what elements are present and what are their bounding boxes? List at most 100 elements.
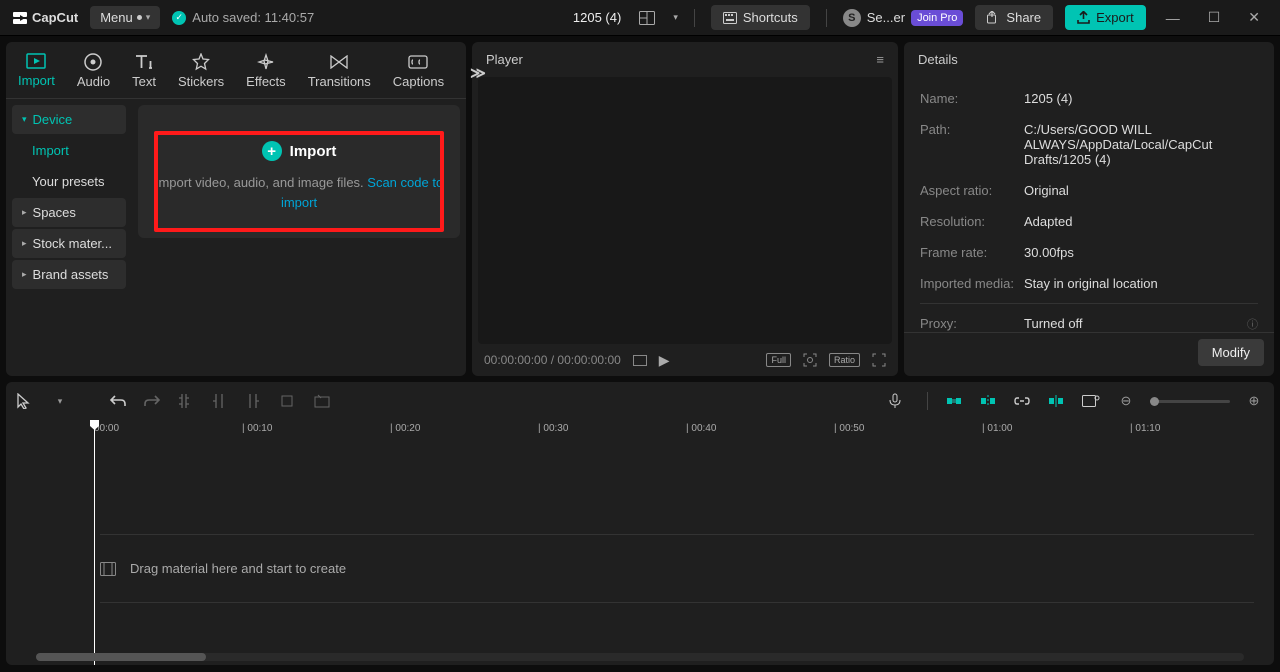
effects-tab-icon — [256, 53, 276, 71]
tab-import[interactable]: Import — [16, 48, 57, 98]
import-title: Import — [290, 143, 337, 160]
maximize-button[interactable]: ☐ — [1200, 9, 1229, 26]
playhead[interactable] — [94, 420, 95, 665]
undo-icon[interactable] — [110, 394, 130, 408]
audio-tab-icon — [83, 53, 103, 71]
timeline-scrollbar[interactable] — [36, 653, 1244, 661]
filter-spaces[interactable]: Spaces — [12, 198, 126, 227]
mic-icon[interactable] — [889, 393, 909, 409]
divider — [920, 303, 1258, 304]
close-button[interactable]: ✕ — [1240, 9, 1268, 26]
label: Imported media: — [920, 276, 1024, 291]
layout-chevron-icon[interactable]: ▾ — [673, 12, 678, 23]
timeline[interactable]: 00:00 | 00:10 | 00:20 | 00:30 | 00:40 | … — [6, 420, 1274, 665]
value: 1205 (4) — [1024, 91, 1258, 106]
share-label: Share — [1006, 10, 1041, 25]
export-icon — [1077, 11, 1090, 24]
tab-label: Captions — [393, 74, 444, 89]
link-icon[interactable] — [1014, 396, 1034, 406]
player-time: 00:00:00:00 / 00:00:00:00 — [484, 353, 621, 367]
resolution-icon[interactable] — [633, 355, 647, 366]
tab-transitions[interactable]: Transitions — [306, 49, 373, 97]
modify-button[interactable]: Modify — [1198, 339, 1264, 366]
ruler-mark: 00:50 — [839, 423, 864, 434]
media-tabstrip: Import Audio Text Stickers Effects Trans… — [6, 42, 466, 99]
label: Aspect ratio: — [920, 183, 1024, 198]
player-viewport[interactable] — [478, 77, 892, 344]
main-area: Import Audio Text Stickers Effects Trans… — [0, 36, 1280, 376]
tab-label: Text — [132, 74, 156, 89]
details-header: Details — [904, 42, 1274, 77]
player-panel: Player ≡ 00:00:00:00 / 00:00:00:00 ▶ Ful… — [472, 42, 898, 376]
timeline-ruler[interactable]: 00:00 | 00:10 | 00:20 | 00:30 | 00:40 | … — [6, 420, 1274, 444]
shortcuts-button[interactable]: Shortcuts — [711, 5, 810, 30]
media-icon — [100, 562, 116, 576]
trim-left-icon[interactable] — [212, 393, 232, 409]
timeline-dropzone[interactable]: Drag material here and start to create — [100, 534, 1254, 603]
ruler-mark: 01:10 — [1135, 423, 1160, 434]
expand-icon[interactable] — [872, 353, 886, 367]
full-button[interactable]: Full — [766, 353, 791, 367]
layout-icon[interactable] — [633, 11, 661, 25]
tab-captions[interactable]: Captions — [391, 49, 446, 97]
import-sub1: Import video, audio, and image files. — [155, 175, 367, 190]
user-account[interactable]: S Se...er Join Pro — [843, 9, 964, 27]
share-button[interactable]: Share — [975, 5, 1053, 30]
filter-brand[interactable]: Brand assets — [12, 260, 126, 289]
zoom-slider[interactable] — [1150, 400, 1230, 403]
cursor-chevron-icon[interactable]: ▾ — [50, 396, 70, 407]
preview-icon[interactable] — [1082, 395, 1102, 407]
tab-effects[interactable]: Effects — [244, 49, 288, 97]
filter-label: Spaces — [33, 205, 76, 220]
label: Frame rate: — [920, 245, 1024, 260]
player-controls: 00:00:00:00 / 00:00:00:00 ▶ Full Ratio — [472, 344, 898, 376]
details-body: Name:1205 (4) Path:C:/Users/GOOD WILL AL… — [904, 77, 1274, 332]
user-short: Se...er — [867, 10, 905, 25]
tab-text[interactable]: Text — [130, 49, 158, 97]
ruler-mark: 00:20 — [395, 423, 420, 434]
ruler-mark: 01:00 — [987, 423, 1012, 434]
import-subtitle: Import video, audio, and image files. Sc… — [154, 173, 444, 212]
detail-row-imported: Imported media:Stay in original location — [920, 268, 1258, 299]
captions-tab-icon — [408, 53, 428, 71]
app-name: CapCut — [32, 10, 78, 25]
align-icon[interactable] — [1048, 394, 1068, 408]
tabs-more-icon[interactable]: ≫ — [464, 64, 492, 82]
crop-icon[interactable] — [280, 394, 300, 408]
join-pro-badge[interactable]: Join Pro — [911, 10, 963, 26]
zoom-out-icon[interactable]: ⊖ — [1116, 393, 1136, 409]
detail-row-aspect: Aspect ratio:Original — [920, 175, 1258, 206]
redo-icon[interactable] — [144, 394, 164, 408]
minimize-button[interactable]: — — [1158, 10, 1188, 26]
tab-audio[interactable]: Audio — [75, 49, 112, 97]
zoom-in-icon[interactable]: ⊕ — [1244, 393, 1264, 409]
tab-stickers[interactable]: Stickers — [176, 49, 226, 97]
dropzone-text: Drag material here and start to create — [130, 561, 346, 576]
play-button[interactable]: ▶ — [659, 352, 670, 369]
filter-device[interactable]: Device — [12, 105, 126, 134]
filter-label: Stock mater... — [33, 236, 112, 251]
filter-import[interactable]: Import — [12, 136, 126, 165]
timeline-toolbar: ▾ ⊖ ⊕ — [6, 382, 1274, 420]
tab-label: Import — [18, 73, 55, 88]
filter-stock[interactable]: Stock mater... — [12, 229, 126, 258]
ratio-button[interactable]: Ratio — [829, 353, 860, 367]
filter-label: Import — [32, 143, 69, 158]
filter-label: Device — [33, 112, 73, 127]
import-card[interactable]: + Import Import video, audio, and image … — [138, 105, 460, 238]
delete-icon[interactable] — [314, 394, 334, 408]
trim-right-icon[interactable] — [246, 393, 266, 409]
magnet-icon[interactable] — [946, 395, 966, 407]
split-icon[interactable] — [178, 393, 198, 409]
tab-label: Transitions — [308, 74, 371, 89]
player-menu-icon[interactable]: ≡ — [876, 52, 884, 67]
menu-button[interactable]: Menu ▾ — [90, 6, 160, 29]
cursor-tool-icon[interactable] — [16, 393, 36, 409]
export-button[interactable]: Export — [1065, 5, 1146, 30]
info-icon[interactable]: ⓘ — [1247, 316, 1258, 332]
focus-icon[interactable] — [803, 353, 817, 367]
scrollbar-thumb[interactable] — [36, 653, 206, 661]
snap-icon[interactable] — [980, 394, 1000, 408]
keyboard-icon — [723, 12, 737, 24]
filter-presets[interactable]: Your presets — [12, 167, 126, 196]
